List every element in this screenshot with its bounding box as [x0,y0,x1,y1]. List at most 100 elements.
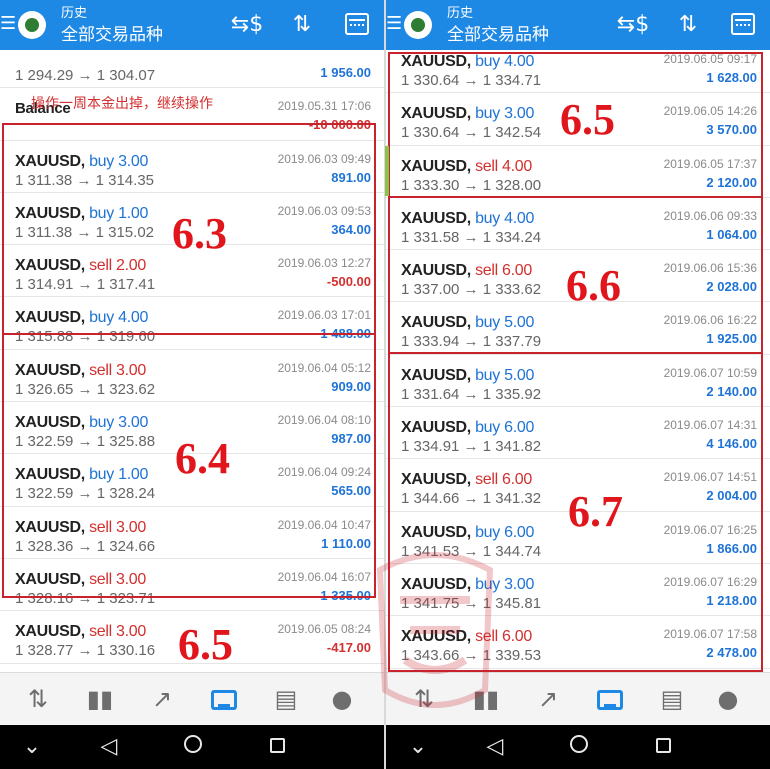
trade-profit: 1 866.00 [706,540,757,556]
trade-symbol: XAUUSD, buy 5.00 [401,366,535,384]
trade-symbol: XAUUSD, buy 3.00 [401,575,535,593]
trade-row[interactable]: XAUUSD, buy 4.00 1 315.88 → 1 319.60 2019.… [0,297,384,350]
trade-date: 2019.06.03 17:01 [277,308,371,323]
system-home-icon[interactable] [564,733,594,761]
trade-side: buy 5.00 [475,314,535,332]
trade-row[interactable]: XAUUSD, buy 3.00 1 341.75 → 1 345.81 2019.… [386,563,770,617]
chart-icon[interactable]: ▮▮ [466,683,506,715]
group-label-6-6: 6.6 [566,261,621,310]
calendar-icon[interactable] [726,10,760,40]
currency-swap-icon[interactable]: ⇆$ [616,10,650,40]
trade-row[interactable]: XAUUSD, buy 6.00 1 334.91 → 1 341.82 2019.… [386,407,770,460]
system-down-icon[interactable]: ⌄ [403,733,433,761]
trade-side: buy 3.00 [475,105,535,123]
trade-date: 2019.06.07 16:29 [663,574,757,589]
system-back-icon[interactable]: ◁ [480,733,510,761]
system-navigation-bar: ⌄ ◁ [0,725,384,769]
trade-profit: 1 335.00 [320,587,371,603]
trade-profit: 909.00 [331,378,371,394]
trade-row[interactable]: XAUUSD, sell 4.00 1 333.30 → 1 328.00 2019… [386,145,770,198]
trade-profit: 565.00 [331,483,371,499]
group-label-6-4: 6.4 [175,434,230,483]
trade-side: sell 6.00 [475,471,532,489]
trade-symbol: XAUUSD, buy 5.00 [401,314,535,332]
trade-row[interactable]: XAUUSD, sell 3.00 1 326.65 → 1 323.62 2019… [0,349,384,403]
trade-row[interactable]: XAUUSD, buy 3.00 1 311.38 → 1 314.35 2019.… [0,140,384,193]
left-screenshot-panel: 1 294.29 → 1 304.07 1 956.00 Balance 2019.… [0,0,384,769]
calendar-icon[interactable] [340,10,374,40]
trade-profit: 2 028.00 [706,279,757,295]
trade-prices: 1 311.38 → 1 314.35 [15,171,154,189]
trade-symbol: XAUUSD, buy 3.00 [15,152,149,170]
trade-side: sell 3.00 [89,570,146,588]
sort-arrows-icon[interactable]: ⇅ [285,10,319,40]
messages-icon[interactable]: ● [708,683,748,715]
news-icon[interactable]: ▤ [266,683,306,715]
trade-date: 2019.06.04 05:12 [277,360,371,375]
trade-symbol: XAUUSD, buy 6.00 [401,419,535,437]
trade-row[interactable]: XAUUSD, buy 5.00 1 331.64 → 1 335.92 2019.… [386,354,770,408]
system-recents-icon[interactable] [648,733,678,761]
trade-profit: 2 478.00 [706,645,757,661]
trade-profit: 2 120.00 [706,174,757,190]
trade-row[interactable]: XAUUSD, buy 4.00 1 331.58 → 1 334.24 2019.… [386,197,770,251]
trade-symbol: XAUUSD, buy 4.00 [15,309,149,327]
trade-prices: 1 326.65 → 1 323.62 [15,380,156,398]
trade-date: 2019.06.06 09:33 [663,208,757,223]
trade-side: sell 4.00 [475,157,532,175]
news-icon[interactable]: ▤ [652,683,692,715]
trade-row[interactable]: XAUUSD, sell 3.00 1 328.16 → 1 323.71 2019… [0,558,384,612]
trade-profit: 1 218.00 [706,592,757,608]
trade-side: buy 4.00 [475,209,535,227]
group-label-6-3: 6.3 [172,209,227,258]
trade-date: 2019.06.03 12:27 [277,256,371,271]
trade-side: buy 6.00 [475,523,535,541]
sort-arrows-icon[interactable]: ⇅ [671,10,705,40]
trade-prices: 1 322.59 → 1 325.88 [15,433,156,451]
trade-side: buy 3.00 [89,152,149,170]
quotes-icon[interactable]: ⇅ [18,683,58,715]
trade-side: buy 5.00 [475,366,535,384]
header-title: 历史 [447,6,474,21]
trade-prices: 1 328.77 → 1 330.16 [15,642,156,660]
hamburger-icon[interactable]: ☰ [0,15,16,33]
currency-swap-icon[interactable]: ⇆$ [230,10,264,40]
trade-row[interactable]: XAUUSD, buy 5.00 1 333.94 → 1 337.79 2019.… [386,302,770,355]
scrollbar-indicator[interactable] [385,146,389,196]
trade-profit: 987.00 [331,431,371,447]
group-label-6-5: 6.5 [560,95,615,144]
trade-date: 2019.06.07 14:51 [663,470,757,485]
trade-date: 2019.06.06 16:22 [663,313,757,328]
app-logo-icon [18,11,46,39]
trade-profit: -500.00 [326,274,371,290]
trade-row[interactable]: XAUUSD, sell 6.00 1 343.66 → 1 339.53 2019… [386,616,770,669]
trade-symbol: XAUUSD, sell 6.00 [401,471,532,489]
hamburger-icon[interactable]: ☰ [386,15,402,33]
trade-icon[interactable]: ↗ [528,683,568,715]
history-icon[interactable] [204,683,244,715]
trade-row[interactable]: XAUUSD, sell 3.00 1 328.36 → 1 324.66 2019… [0,506,384,559]
bottom-navigation: ⇅ ▮▮ ↗ ▤ ● [0,672,384,725]
system-home-icon[interactable] [178,733,208,761]
trade-side: sell 2.00 [89,257,146,275]
header-subtitle[interactable]: 全部交易品种 [447,25,549,45]
trade-prices: 1 341.53 → 1 344.74 [401,542,542,560]
trade-date: 2019.06.04 10:47 [277,517,371,532]
trade-prices: 1 330.64 → 1 342.54 [401,124,542,142]
bottom-navigation: ⇅ ▮▮ ↗ ▤ ● [386,672,770,725]
trade-icon[interactable]: ↗ [142,683,182,715]
system-back-icon[interactable]: ◁ [94,733,124,761]
chart-icon[interactable]: ▮▮ [80,683,120,715]
system-navigation-bar: ⌄ ◁ [386,725,770,769]
trade-date: 2019.06.05 17:37 [663,156,757,171]
system-recents-icon[interactable] [262,733,292,761]
trade-symbol: XAUUSD, buy 1.00 [15,466,149,484]
trade-prices: 1 337.00 → 1 333.62 [401,281,542,299]
app-header: ☰ 历史 全部交易品种 ⇆$ ⇅ [386,0,770,50]
trade-side: buy 3.00 [475,575,535,593]
header-subtitle[interactable]: 全部交易品种 [61,25,163,45]
messages-icon[interactable]: ● [322,683,362,715]
history-icon[interactable] [590,683,630,715]
quotes-icon[interactable]: ⇅ [404,683,444,715]
system-down-icon[interactable]: ⌄ [17,733,47,761]
